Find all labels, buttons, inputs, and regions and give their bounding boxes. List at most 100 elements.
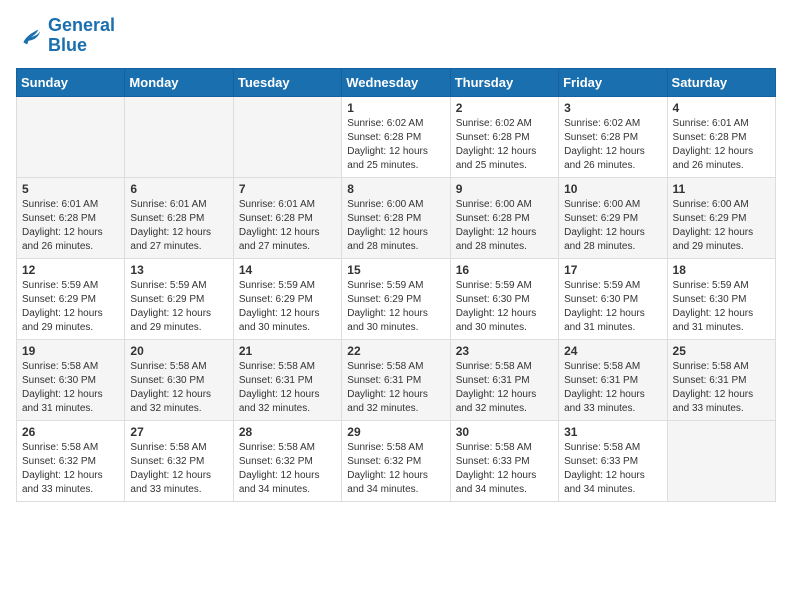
calendar-cell: 11 Sunrise: 6:00 AM Sunset: 6:29 PM Dayli… — [667, 177, 775, 258]
calendar-cell — [667, 420, 775, 501]
calendar-cell: 1 Sunrise: 6:02 AM Sunset: 6:28 PM Daylig… — [342, 96, 450, 177]
day-info: Sunrise: 5:59 AM Sunset: 6:29 PM Dayligh… — [130, 279, 227, 335]
calendar-cell: 21Sunrise: 5:58 AM Sunset: 6:31 PM Dayli… — [233, 339, 341, 420]
day-info: Sunrise: 6:02 AM Sunset: 6:28 PM Dayligh… — [456, 117, 553, 173]
day-info: Sunrise: 5:58 AM Sunset: 6:32 PM Dayligh… — [347, 441, 444, 497]
day-info: Sunrise: 5:59 AM Sunset: 6:30 PM Dayligh… — [456, 279, 553, 335]
calendar-cell: 7 Sunrise: 6:01 AM Sunset: 6:28 PM Daylig… — [233, 177, 341, 258]
day-number: 25 — [673, 344, 770, 358]
weekday-header-sunday: Sunday — [17, 68, 125, 96]
day-info: Sunrise: 5:58 AM Sunset: 6:31 PM Dayligh… — [456, 360, 553, 416]
calendar-cell: 9 Sunrise: 6:00 AM Sunset: 6:28 PM Daylig… — [450, 177, 558, 258]
day-number: 3 — [564, 101, 661, 115]
day-info: Sunrise: 5:58 AM Sunset: 6:30 PM Dayligh… — [130, 360, 227, 416]
day-info: Sunrise: 6:00 AM Sunset: 6:28 PM Dayligh… — [456, 198, 553, 254]
weekday-header-friday: Friday — [559, 68, 667, 96]
calendar-cell — [17, 96, 125, 177]
day-info: Sunrise: 6:01 AM Sunset: 6:28 PM Dayligh… — [239, 198, 336, 254]
calendar-cell: 4 Sunrise: 6:01 AM Sunset: 6:28 PM Daylig… — [667, 96, 775, 177]
day-info: Sunrise: 5:58 AM Sunset: 6:32 PM Dayligh… — [22, 441, 119, 497]
logo-icon — [16, 22, 44, 50]
calendar-cell: 24Sunrise: 5:58 AM Sunset: 6:31 PM Dayli… — [559, 339, 667, 420]
day-info: Sunrise: 5:58 AM Sunset: 6:32 PM Dayligh… — [239, 441, 336, 497]
day-info: Sunrise: 5:58 AM Sunset: 6:31 PM Dayligh… — [673, 360, 770, 416]
day-info: Sunrise: 5:58 AM Sunset: 6:31 PM Dayligh… — [239, 360, 336, 416]
day-info: Sunrise: 5:59 AM Sunset: 6:29 PM Dayligh… — [239, 279, 336, 335]
calendar-cell: 23 Sunrise: 5:58 AM Sunset: 6:31 PM Dayli… — [450, 339, 558, 420]
calendar-cell: 14 Sunrise: 5:59 AM Sunset: 6:29 PM Dayli… — [233, 258, 341, 339]
day-number: 5 — [22, 182, 119, 196]
day-info: Sunrise: 6:01 AM Sunset: 6:28 PM Dayligh… — [130, 198, 227, 254]
calendar-cell: 27Sunrise: 5:58 AM Sunset: 6:32 PM Dayli… — [125, 420, 233, 501]
calendar-table: SundayMondayTuesdayWednesdayThursdayFrid… — [16, 68, 776, 502]
logo-text: General Blue — [48, 16, 115, 56]
day-info: Sunrise: 6:02 AM Sunset: 6:28 PM Dayligh… — [564, 117, 661, 173]
calendar-week-2: 5 Sunrise: 6:01 AM Sunset: 6:28 PM Daylig… — [17, 177, 776, 258]
day-number: 26 — [22, 425, 119, 439]
calendar-cell: 28 Sunrise: 5:58 AM Sunset: 6:32 PM Dayli… — [233, 420, 341, 501]
calendar-cell: 25 Sunrise: 5:58 AM Sunset: 6:31 PM Dayli… — [667, 339, 775, 420]
calendar-cell: 3 Sunrise: 6:02 AM Sunset: 6:28 PM Daylig… — [559, 96, 667, 177]
day-info: Sunrise: 6:01 AM Sunset: 6:28 PM Dayligh… — [673, 117, 770, 173]
day-info: Sunrise: 5:58 AM Sunset: 6:33 PM Dayligh… — [564, 441, 661, 497]
calendar-cell: 18 Sunrise: 5:59 AM Sunset: 6:30 PM Dayli… — [667, 258, 775, 339]
calendar-cell — [125, 96, 233, 177]
day-info: Sunrise: 6:02 AM Sunset: 6:28 PM Dayligh… — [347, 117, 444, 173]
calendar-cell: 22Sunrise: 5:58 AM Sunset: 6:31 PM Dayli… — [342, 339, 450, 420]
calendar-week-4: 19Sunrise: 5:58 AM Sunset: 6:30 PM Dayli… — [17, 339, 776, 420]
calendar-cell: 20 Sunrise: 5:58 AM Sunset: 6:30 PM Dayli… — [125, 339, 233, 420]
day-number: 2 — [456, 101, 553, 115]
day-number: 15 — [347, 263, 444, 277]
day-number: 11 — [673, 182, 770, 196]
day-info: Sunrise: 6:00 AM Sunset: 6:29 PM Dayligh… — [564, 198, 661, 254]
calendar-cell: 31 Sunrise: 5:58 AM Sunset: 6:33 PM Dayli… — [559, 420, 667, 501]
day-number: 23 — [456, 344, 553, 358]
day-number: 17 — [564, 263, 661, 277]
day-number: 30 — [456, 425, 553, 439]
day-number: 16 — [456, 263, 553, 277]
weekday-header-tuesday: Tuesday — [233, 68, 341, 96]
calendar-week-1: 1 Sunrise: 6:02 AM Sunset: 6:28 PM Daylig… — [17, 96, 776, 177]
logo: General Blue — [16, 16, 115, 56]
day-number: 8 — [347, 182, 444, 196]
day-number: 7 — [239, 182, 336, 196]
day-number: 1 — [347, 101, 444, 115]
day-number: 29 — [347, 425, 444, 439]
calendar-cell: 16 Sunrise: 5:59 AM Sunset: 6:30 PM Dayli… — [450, 258, 558, 339]
day-number: 24 — [564, 344, 661, 358]
page-header: General Blue — [16, 16, 776, 56]
calendar-cell: 6Sunrise: 6:01 AM Sunset: 6:28 PM Daylig… — [125, 177, 233, 258]
day-number: 14 — [239, 263, 336, 277]
calendar-cell: 5 Sunrise: 6:01 AM Sunset: 6:28 PM Daylig… — [17, 177, 125, 258]
day-number: 31 — [564, 425, 661, 439]
calendar-cell: 29 Sunrise: 5:58 AM Sunset: 6:32 PM Dayli… — [342, 420, 450, 501]
day-number: 27 — [130, 425, 227, 439]
calendar-cell: 12Sunrise: 5:59 AM Sunset: 6:29 PM Dayli… — [17, 258, 125, 339]
weekday-header-thursday: Thursday — [450, 68, 558, 96]
weekday-header-monday: Monday — [125, 68, 233, 96]
day-info: Sunrise: 5:58 AM Sunset: 6:33 PM Dayligh… — [456, 441, 553, 497]
day-number: 18 — [673, 263, 770, 277]
calendar-cell: 15 Sunrise: 5:59 AM Sunset: 6:29 PM Dayli… — [342, 258, 450, 339]
day-number: 10 — [564, 182, 661, 196]
day-number: 13 — [130, 263, 227, 277]
weekday-header-saturday: Saturday — [667, 68, 775, 96]
calendar-week-3: 12Sunrise: 5:59 AM Sunset: 6:29 PM Dayli… — [17, 258, 776, 339]
day-number: 4 — [673, 101, 770, 115]
day-info: Sunrise: 6:00 AM Sunset: 6:29 PM Dayligh… — [673, 198, 770, 254]
day-info: Sunrise: 6:01 AM Sunset: 6:28 PM Dayligh… — [22, 198, 119, 254]
calendar-cell: 2 Sunrise: 6:02 AM Sunset: 6:28 PM Daylig… — [450, 96, 558, 177]
day-number: 20 — [130, 344, 227, 358]
calendar-cell: 17Sunrise: 5:59 AM Sunset: 6:30 PM Dayli… — [559, 258, 667, 339]
calendar-cell: 10 Sunrise: 6:00 AM Sunset: 6:29 PM Dayli… — [559, 177, 667, 258]
day-number: 9 — [456, 182, 553, 196]
calendar-cell: 19Sunrise: 5:58 AM Sunset: 6:30 PM Dayli… — [17, 339, 125, 420]
day-number: 28 — [239, 425, 336, 439]
calendar-cell — [233, 96, 341, 177]
calendar-cell: 30 Sunrise: 5:58 AM Sunset: 6:33 PM Dayli… — [450, 420, 558, 501]
calendar-week-5: 26 Sunrise: 5:58 AM Sunset: 6:32 PM Dayli… — [17, 420, 776, 501]
calendar-cell: 8Sunrise: 6:00 AM Sunset: 6:28 PM Daylig… — [342, 177, 450, 258]
day-info: Sunrise: 5:59 AM Sunset: 6:30 PM Dayligh… — [673, 279, 770, 335]
day-info: Sunrise: 5:59 AM Sunset: 6:29 PM Dayligh… — [347, 279, 444, 335]
day-info: Sunrise: 5:59 AM Sunset: 6:29 PM Dayligh… — [22, 279, 119, 335]
